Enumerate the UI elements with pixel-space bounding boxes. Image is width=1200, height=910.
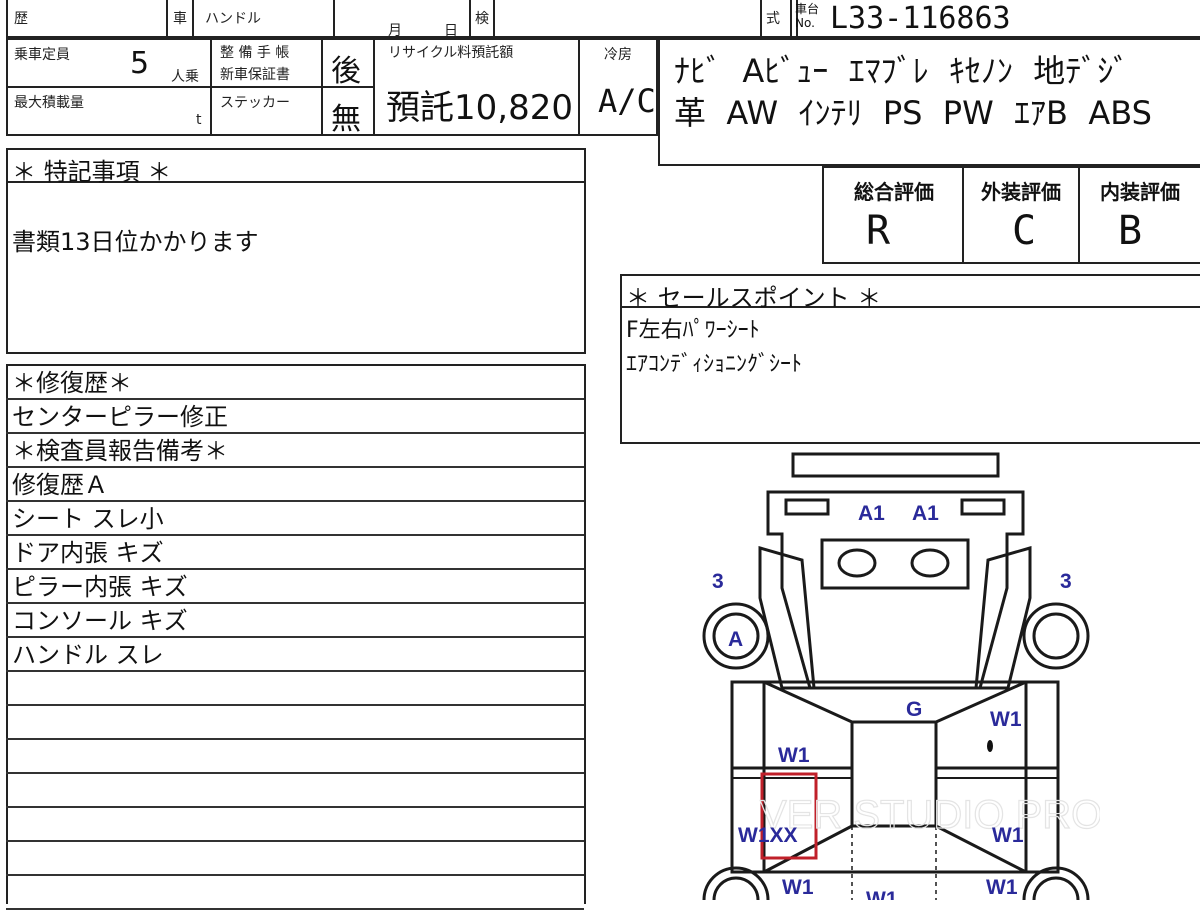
inspection-row <box>6 740 584 774</box>
inspection-row <box>6 706 584 740</box>
history-label: 歴 <box>14 11 28 27</box>
mark-3-right: 3 <box>1060 570 1072 593</box>
capacity-value: 5 <box>130 46 150 81</box>
capacity-unit: 人乗 <box>171 69 199 85</box>
mark-w1-left-bottom: W1 <box>782 876 814 899</box>
front-bumper-outline <box>791 452 1000 478</box>
exterior-grade-value: C <box>1011 208 1037 254</box>
inspection-row: ドア内張 キズ <box>6 536 584 570</box>
month-label: 月 <box>388 23 402 39</box>
recycle-value: 預託10,820 <box>386 88 573 128</box>
interior-grade-value: B <box>1117 208 1143 254</box>
overall-grade-value: R <box>865 208 891 254</box>
watermark: VER STUDIO PRO <box>760 793 1100 837</box>
equipment-line-2: 革 AW ｲﾝﾃﾘ PS PW ｴｱB ABS <box>674 94 1152 132</box>
mark-a1-right: A1 <box>912 502 939 525</box>
equipment-line-1: ﾅﾋﾞ Aﾋﾞｭｰ ｴﾏﾌﾞﾚ ｷｾﾉﾝ 地ﾃﾞｼﾞ <box>674 52 1130 90</box>
front-fender-left <box>758 546 816 690</box>
mark-w1-right-mid: W1 <box>992 824 1024 847</box>
interior-grade-label: 内装評価 <box>1100 180 1180 204</box>
mark-g: G <box>906 698 922 721</box>
sales-line-1: F左右ﾊﾟﾜｰｼｰﾄ <box>626 318 760 343</box>
mark-w1-center-bottom: W1 <box>866 888 898 900</box>
ac-label: 冷房 <box>604 47 632 63</box>
mark-w1xx: W1XX <box>738 824 798 847</box>
overall-grade-label: 総合評価 <box>854 180 934 204</box>
chassis-number: L33-116863 <box>830 1 1011 36</box>
sticker-value: 無 <box>331 102 361 137</box>
inspection-row: コンソール キズ <box>6 604 584 638</box>
max-load-unit: t <box>196 112 202 128</box>
inspection-row <box>6 672 584 706</box>
top-strip <box>6 0 798 38</box>
inspection-row <box>6 842 584 876</box>
car-diagram: VER STUDIO PRO A1 A1 3 3 A G W1 W1 W1XX … <box>702 452 1100 900</box>
notes-header: ＊ 特記事項 ＊ <box>12 158 172 186</box>
mark-w1-right-top: W1 <box>990 708 1022 731</box>
no-label: No. <box>795 16 815 30</box>
inspection-row: ＊修復歴＊ <box>6 366 584 400</box>
inspection-row: シート スレ小 <box>6 502 584 536</box>
exterior-grade-label: 外装評価 <box>981 180 1061 204</box>
mark-w1-right-bottom: W1 <box>986 876 1018 899</box>
mark-a-tire: A <box>728 628 743 651</box>
inspection-row: ＊検査員報告備考＊ <box>6 434 584 468</box>
engine-bay <box>820 538 970 590</box>
inspection-row: ピラー内張 キズ <box>6 570 584 604</box>
day-label: 日 <box>444 23 458 39</box>
headlight-left <box>784 498 830 516</box>
headlight-right <box>960 498 1006 516</box>
chassis-label: 車台 <box>795 2 820 16</box>
inspection-row <box>6 808 584 842</box>
engine-part-right <box>910 548 950 578</box>
inspection-row: 修復歴Ａ <box>6 468 584 502</box>
sticker-label: ステッカー <box>220 95 290 111</box>
sales-header: ＊ セールスポイント ＊ <box>626 284 882 312</box>
ac-value: A/C <box>598 82 656 120</box>
maintenance-value: 後 <box>331 54 361 89</box>
inspection-row <box>6 774 584 808</box>
capacity-label: 乗車定員 <box>14 47 70 63</box>
notes-text: 書類13日位かかります <box>12 228 259 256</box>
maintenance-label: 整 備 手 帳 <box>220 45 290 61</box>
inspection-row <box>6 876 584 910</box>
mark-a1-left: A1 <box>858 502 885 525</box>
inspection-row: ハンドル スレ <box>6 638 584 672</box>
sales-line-2: ｴｱｺﾝﾃﾞｨｼｮﾆﾝｸﾞｼｰﾄ <box>626 352 803 377</box>
warranty-label: 新車保証書 <box>220 67 290 83</box>
mark-w1-left-top: W1 <box>778 744 810 767</box>
inspection-row: センターピラー修正 <box>6 400 584 434</box>
engine-part-left <box>837 548 877 578</box>
model-label: 式 <box>766 11 780 27</box>
mark-3-left: 3 <box>712 570 724 593</box>
inspection-label: 検 <box>475 11 489 27</box>
recycle-label: リサイクル料預託額 <box>388 45 514 61</box>
car-label: 車 <box>173 11 187 27</box>
max-load-label: 最大積載量 <box>14 95 84 111</box>
front-fender-right <box>974 546 1032 690</box>
handle-label: ハンドル <box>205 11 261 27</box>
